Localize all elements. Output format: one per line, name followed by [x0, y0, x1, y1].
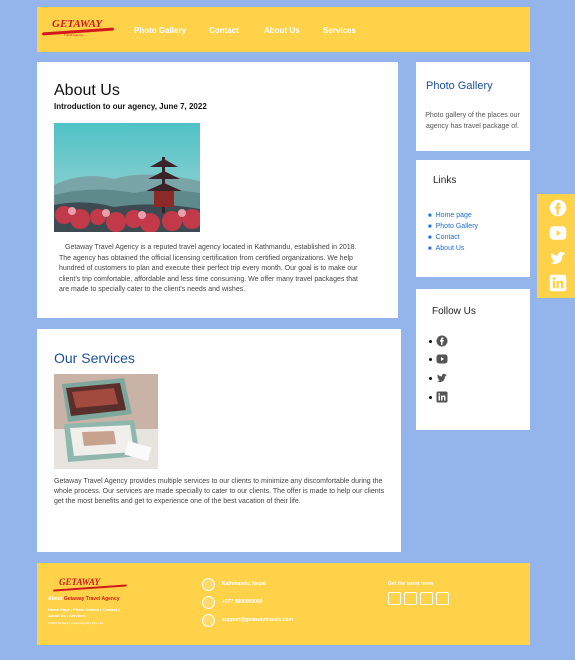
logo[interactable]: GETAWAY Travel Agency — [41, 18, 122, 42]
youtube-icon[interactable] — [404, 592, 417, 605]
bullet: ■ — [428, 235, 432, 241]
phone-icon — [202, 596, 215, 609]
services-body: Getaway Travel Agency provides multiple … — [54, 478, 385, 505]
youtube-icon — [436, 354, 448, 364]
footer-address: Kathmandu, Nepal — [222, 581, 266, 587]
sidebar-follow-title: Follow Us — [432, 306, 476, 317]
sidebar-gallery-card: Photo Gallery Photo gallery of the place… — [416, 62, 530, 151]
about-title: About Us — [54, 82, 120, 99]
link-label: Photo Gallery — [435, 223, 479, 230]
link-photo-gallery[interactable]: ■ Photo Gallery — [428, 223, 478, 230]
footer-about-prefix: About — [48, 596, 63, 602]
bullet — [429, 376, 432, 380]
facebook-icon[interactable] — [388, 592, 401, 605]
sidebar-gallery-description: Photo gallery of the places our agency h… — [425, 112, 520, 130]
bullet: ■ — [428, 213, 432, 219]
follow-twitter[interactable] — [429, 372, 448, 384]
footer-social-title: Get the latest news — [388, 581, 434, 587]
link-label: Contact — [435, 234, 460, 241]
footer-phone[interactable]: +977 9800000000 — [222, 599, 262, 605]
facebook-icon[interactable] — [549, 199, 567, 217]
floating-social-bar — [537, 194, 575, 298]
about-body: Getaway Travel Agency is a reputed trave… — [59, 244, 358, 293]
footer-logo[interactable]: GETAWAY — [53, 577, 131, 597]
about-card: About Us Introduction to our agency, Jun… — [37, 62, 398, 318]
linkedin-icon — [436, 391, 448, 403]
services-card: Our Services Getaway Travel Agency provi… — [37, 329, 401, 552]
instagram-icon[interactable] — [436, 592, 449, 605]
link-home-page[interactable]: ■ Home page — [428, 212, 472, 219]
twitter-icon — [436, 373, 447, 383]
pagoda-image — [54, 123, 200, 232]
logo-subtext: Travel Agency — [64, 33, 83, 37]
footer-about-name: Getaway Travel Agency — [63, 596, 120, 602]
sidebar-follow-card: Follow Us — [416, 289, 530, 430]
link-label: Home page — [435, 212, 472, 219]
services-title: Our Services — [54, 350, 135, 366]
sidebar-links-title: Links — [433, 175, 457, 186]
nav-about-us[interactable]: About Us — [264, 26, 300, 35]
link-contact[interactable]: ■ Contact — [428, 234, 460, 241]
bullet — [429, 357, 432, 361]
about-subtitle: Introduction to our agency, June 7, 2022 — [54, 102, 207, 111]
suitcase-image — [54, 374, 158, 469]
footer-quick-links[interactable]: Home Page | Photo Gallery | Contact | Ab… — [48, 607, 128, 619]
bullet — [429, 395, 432, 399]
youtube-icon[interactable] — [549, 224, 567, 242]
sidebar-links-card: Links ■ Home page ■ Photo Gallery ■ Contact… — [416, 160, 530, 277]
bullet: ■ — [428, 224, 432, 230]
facebook-icon — [436, 335, 448, 347]
nav-photo-gallery[interactable]: Photo Gallery — [134, 26, 186, 35]
footer-copyright: ©2022 Getaway Travel Agency Pvt. Ltd. — [48, 621, 104, 625]
twitter-icon[interactable] — [420, 592, 433, 605]
follow-youtube[interactable] — [429, 353, 448, 365]
nav-services[interactable]: Services — [323, 26, 356, 35]
follow-facebook[interactable] — [429, 335, 448, 347]
sidebar-gallery-title[interactable]: Photo Gallery — [426, 80, 493, 92]
footer-about: About Getaway Travel Agency — [48, 596, 120, 602]
link-label: About Us — [435, 245, 465, 252]
linkedin-icon[interactable] — [549, 274, 567, 292]
follow-linkedin[interactable] — [429, 391, 448, 403]
email-icon — [202, 614, 215, 627]
site-header: GETAWAY Travel Agency Photo Gallery Cont… — [37, 7, 530, 52]
link-about-us[interactable]: ■ About Us — [428, 245, 464, 252]
location-icon — [202, 578, 215, 591]
bullet — [429, 339, 432, 343]
nav-contact[interactable]: Contact — [209, 26, 239, 35]
footer-logo-text: GETAWAY — [59, 577, 101, 587]
twitter-icon[interactable] — [549, 249, 567, 267]
footer-email[interactable]: support@getawaytravels.com — [222, 617, 293, 623]
site-footer: GETAWAY About Getaway Travel Agency Home… — [37, 563, 530, 645]
bullet: ■ — [428, 246, 432, 252]
